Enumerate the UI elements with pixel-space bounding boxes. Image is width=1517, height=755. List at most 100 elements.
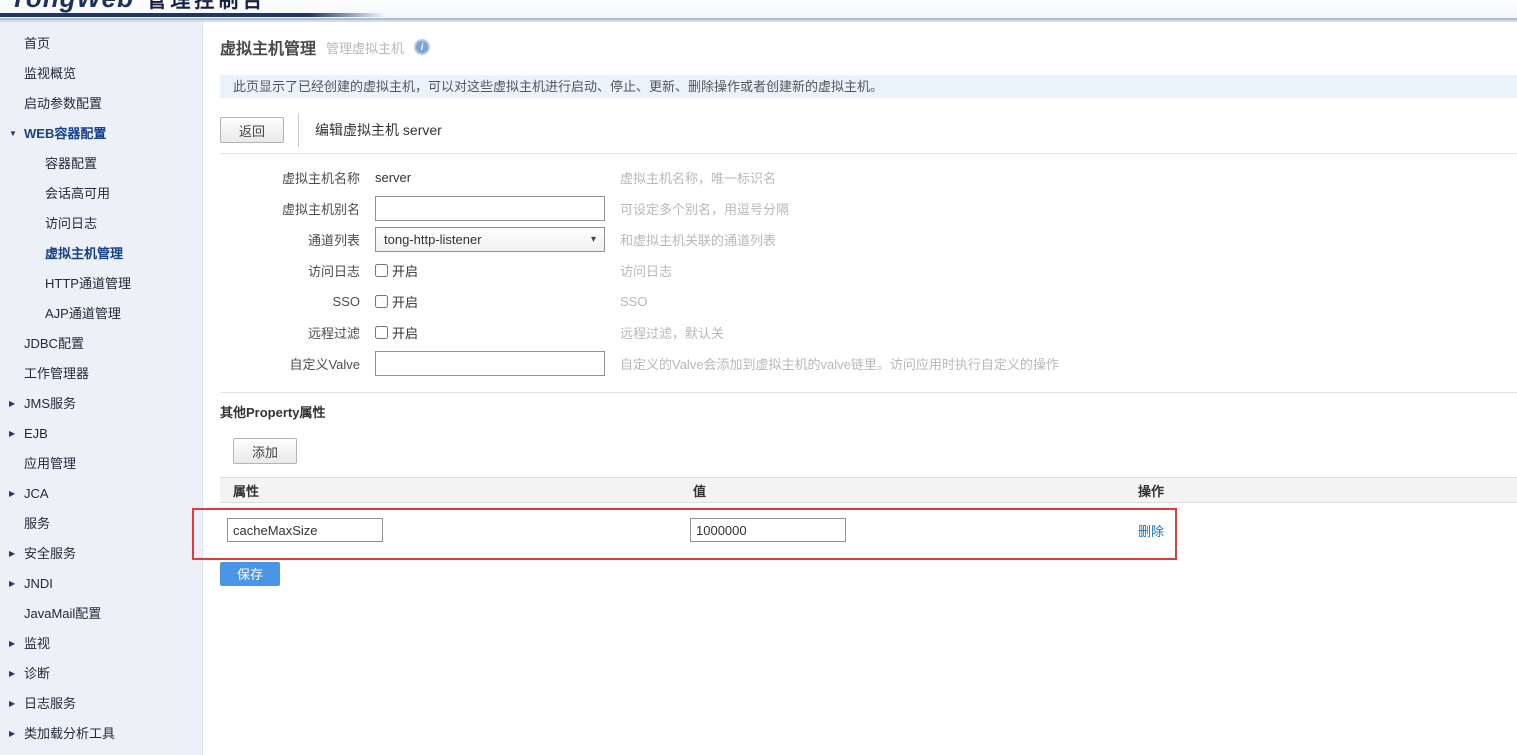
field-label-name: 虚拟主机名称	[281, 171, 360, 186]
sso-checkbox[interactable]: 开启	[375, 292, 418, 311]
alias-input[interactable]	[375, 196, 605, 221]
sidebar-item-container-config[interactable]: 容器配置	[0, 149, 202, 179]
field-label-custom-valve: 自定义Valve	[289, 357, 360, 372]
sidebar-item-access-log[interactable]: 访问日志	[0, 209, 202, 239]
sidebar-item-label: 首页	[24, 36, 51, 51]
field-hint-name: 虚拟主机名称，唯一标识名	[620, 171, 777, 186]
sidebar-item-label: 监视	[24, 636, 51, 651]
edit-section-title: 编辑虚拟主机 server	[298, 113, 442, 147]
back-button[interactable]: 返回	[220, 117, 285, 143]
sidebar-item-label: HTTP通道管理	[45, 276, 131, 291]
sidebar-item-monitor[interactable]: ▶ 监视	[0, 629, 202, 659]
sidebar-item-http-channel-mgmt[interactable]: HTTP通道管理	[0, 269, 202, 299]
field-hint-alias: 可设定多个别名，用逗号分隔	[620, 202, 790, 217]
form-row-name: 虚拟主机名称 server 虚拟主机名称，唯一标识名	[220, 165, 1517, 190]
property-action-cell: 删除	[1125, 503, 1517, 558]
select-value: tong-http-listener	[384, 232, 482, 247]
chevron-right-icon: ▶	[9, 399, 16, 408]
checkbox-label: 开启	[392, 295, 419, 310]
sidebar-item-monitor-overview[interactable]: 监视概览	[0, 59, 202, 89]
name-value: server	[375, 170, 412, 185]
sidebar-item-work-manager[interactable]: 工作管理器	[0, 359, 202, 389]
screen: TongWeb 管理控制台 首页监视概览启动参数配置 ▼ WEB容器配置容器配置会话…	[0, 0, 1517, 755]
field-label-sso: SSO	[332, 294, 360, 309]
virtual-host-form: 虚拟主机名称 server 虚拟主机名称，唯一标识名 虚拟主机别名 可设定多个别名，用逗…	[220, 165, 1517, 376]
chevron-right-icon: ▶	[9, 639, 16, 648]
app-logo: TongWeb 管理控制台	[10, 0, 266, 14]
sidebar-item-label: 诊断	[24, 666, 51, 681]
column-header-2: 操作	[1138, 483, 1165, 499]
sidebar-item-app-mgmt[interactable]: 应用管理	[0, 449, 202, 479]
field-hint-channel-list: 和虚拟主机关联的通道列表	[620, 233, 777, 248]
sidebar-item-virtual-host-mgmt[interactable]: 虚拟主机管理	[0, 239, 202, 269]
chevron-right-icon: ▶	[9, 429, 16, 438]
sidebar-item-jms-service[interactable]: ▶ JMS服务	[0, 389, 202, 419]
field-control-channel-list: tong-http-listener ▾	[375, 227, 620, 252]
sidebar-item-label: WEB容器配置	[24, 126, 107, 141]
sso-checkbox-input[interactable]	[375, 295, 388, 308]
toolbar: 返回 编辑虚拟主机 server	[220, 113, 1517, 147]
sidebar-item-label: EJB	[24, 426, 48, 441]
notice-bar: 此页显示了已经创建的虚拟主机，可以对这些虚拟主机进行启动、停止、更新、删除操作或…	[220, 75, 1517, 98]
sidebar-item-jdbc-config[interactable]: JDBC配置	[0, 329, 202, 359]
sidebar-item-label: JNDI	[24, 576, 53, 591]
page-title: 虚拟主机管理	[220, 41, 317, 58]
channel-list-select[interactable]: tong-http-listener ▾	[375, 227, 605, 252]
sidebar-item-label: 访问日志	[45, 216, 98, 231]
sidebar-item-session-ha[interactable]: 会话高可用	[0, 179, 202, 209]
field-label-channel-list: 通道列表	[307, 233, 360, 248]
field-label-remote-filter: 远程过滤	[307, 326, 360, 341]
chevron-right-icon: ▶	[9, 579, 16, 588]
save-button[interactable]: 保存	[220, 561, 281, 586]
sidebar-item-startup-params[interactable]: 启动参数配置	[0, 89, 202, 119]
sidebar-item-label: 日志服务	[24, 696, 77, 711]
sidebar-item-log-service[interactable]: ▶ 日志服务	[0, 689, 202, 719]
sidebar-item-label: 会话高可用	[45, 186, 111, 201]
property-table-header-row: 属性 值 操作	[220, 477, 1517, 503]
field-hint-custom-valve: 自定义的Valve会添加到虚拟主机的valve链里。访问应用时执行自定义的操作	[620, 357, 1059, 372]
sidebar-item-resource[interactable]: ▶资源	[0, 749, 202, 755]
chevron-right-icon: ▶	[9, 489, 16, 498]
remote-filter-checkbox[interactable]: 开启	[375, 323, 418, 342]
sidebar-item-security-service[interactable]: ▶ 安全服务	[0, 539, 202, 569]
chevron-right-icon: ▶	[9, 749, 15, 755]
sidebar-item-jca[interactable]: ▶ JCA	[0, 479, 202, 509]
custom-valve-input[interactable]	[375, 351, 605, 376]
form-row-custom-valve: 自定义Valve 自定义的Valve会添加到虚拟主机的valve链里。访问应用时执…	[220, 351, 1517, 376]
content-area: 虚拟主机管理 管理虚拟主机 i 此页显示了已经创建的虚拟主机，可以对这些虚拟主机…	[203, 22, 1517, 755]
field-control-remote-filter: 开启	[375, 323, 620, 342]
sidebar-item-label: 监视概览	[24, 66, 77, 81]
logo-suffix-text: 管理控制台	[146, 0, 267, 12]
column-header-0: 属性	[233, 483, 260, 499]
remote-filter-checkbox-input[interactable]	[375, 326, 388, 339]
sidebar-item-label: JavaMail配置	[24, 606, 102, 621]
property-name-input[interactable]	[227, 518, 383, 543]
sidebar-item-ejb[interactable]: ▶ EJB	[0, 419, 202, 449]
sidebar-item-javamail-config[interactable]: JavaMail配置	[0, 599, 202, 629]
info-icon[interactable]: i	[414, 39, 431, 55]
access-log-checkbox-input[interactable]	[375, 264, 388, 277]
sidebar-item-service[interactable]: 服务	[0, 509, 202, 539]
property-value-input[interactable]	[690, 518, 846, 543]
checkbox-label: 开启	[392, 326, 419, 341]
sidebar-item-diagnosis[interactable]: ▶ 诊断	[0, 659, 202, 689]
sidebar-item-label: 虚拟主机管理	[45, 246, 124, 261]
chevron-right-icon: ▶	[9, 549, 16, 558]
add-property-button[interactable]: 添加	[233, 438, 298, 464]
property-value-cell	[680, 503, 1125, 558]
delete-link[interactable]: 删除	[1138, 524, 1164, 539]
sidebar-item-classload-tool[interactable]: ▶ 类加载分析工具	[0, 719, 202, 749]
field-label-access-log: 访问日志	[307, 264, 360, 279]
sidebar-item-web-container-config[interactable]: ▼ WEB容器配置	[0, 119, 202, 149]
sidebar-item-jndi[interactable]: ▶ JNDI	[0, 569, 202, 599]
sidebar-item-label: 服务	[24, 516, 51, 531]
property-section-heading: 其他Property属性	[220, 405, 326, 420]
field-control-alias	[375, 196, 620, 221]
form-row-sso: SSO 开启 SSO	[220, 289, 1517, 314]
access-log-checkbox[interactable]: 开启	[375, 261, 418, 280]
form-row-access-log: 访问日志 开启 访问日志	[220, 258, 1517, 283]
chevron-down-icon: ▾	[590, 234, 596, 245]
sidebar-item-home[interactable]: 首页	[0, 29, 202, 59]
form-row-remote-filter: 远程过滤 开启 远程过滤，默认关	[220, 320, 1517, 345]
sidebar-item-ajp-channel-mgmt[interactable]: AJP通道管理	[0, 299, 202, 329]
